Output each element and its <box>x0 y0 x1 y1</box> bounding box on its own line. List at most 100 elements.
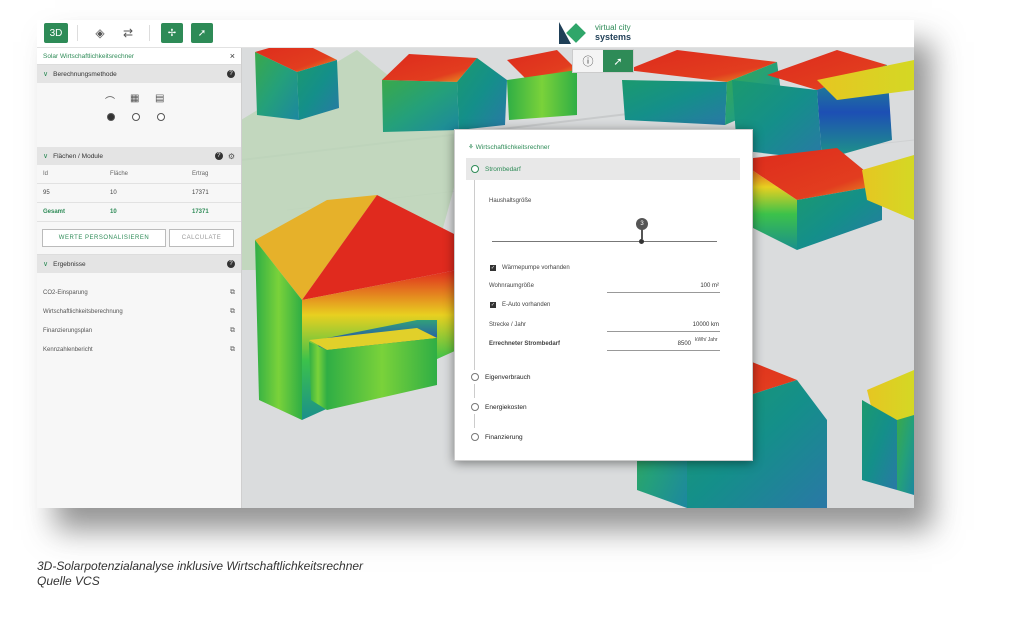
section-eigenverbrauch[interactable]: Eigenverbrauch <box>466 366 740 388</box>
method-radio-2[interactable] <box>132 113 140 121</box>
col-area: Fläche <box>104 165 186 184</box>
section-areas-label: Flächen / Module <box>53 152 103 160</box>
demand-label: Errechneter Strombedarf <box>489 341 561 347</box>
result-label: Kennzahlenbericht <box>43 346 93 353</box>
section-label: Energiekosten <box>485 403 527 411</box>
cursor-add-icon[interactable]: ➚ <box>191 23 213 43</box>
grid-method-icon: ▦ <box>130 93 140 104</box>
total-yield: 17371 <box>186 202 241 222</box>
section-label: Strombedarf <box>485 165 521 173</box>
step-circle-icon <box>471 433 479 441</box>
section-label: Finanzierung <box>485 433 523 441</box>
app-screenshot: 3D ◈ ⇄ ✢ ➚ virtual city systems ⓘ ➚ Sola… <box>37 20 914 508</box>
result-item-co2[interactable]: CO2-Einsparung ⧉ <box>37 283 241 302</box>
sidebar-titlebar: Solar Wirtschaftlichkeitsrechner × <box>37 48 241 65</box>
caption-line1: 3D-Solarpotenzialanalyse inklusive Wirts… <box>37 559 364 573</box>
result-item-report[interactable]: Kennzahlenbericht ⧉ <box>37 340 241 359</box>
ecar-checkbox[interactable]: ✓ <box>490 302 496 308</box>
calculator-dialog: ⚘ Wirtschaftlichkeitsrechner Strombedarf… <box>454 129 753 461</box>
method-radio-3[interactable] <box>157 113 165 121</box>
distance-label: Strecke / Jahr <box>489 322 527 328</box>
living-area-underline <box>607 292 720 293</box>
swap-icon[interactable]: ⇄ <box>117 23 139 43</box>
cell-area: 10 <box>104 183 186 203</box>
slider-handle[interactable] <box>639 239 644 244</box>
living-area-value[interactable]: 100 m² <box>607 283 719 289</box>
pointer-icon[interactable]: ➚ <box>603 50 633 72</box>
sidebar-title: Solar Wirtschaftlichkeitsrechner <box>43 52 135 60</box>
demand-unit: kWh/ Jahr <box>695 337 718 343</box>
result-label: CO2-Einsparung <box>43 289 88 296</box>
dialog-title: ⚘ Wirtschaftlichkeitsrechner <box>468 144 550 151</box>
personalize-button[interactable]: WERTE PERSONALISIEREN <box>42 229 166 247</box>
living-area-label: Wohnraumgröße <box>489 283 534 289</box>
dialog-title-text: Wirtschaftlichkeitsrechner <box>475 144 550 151</box>
household-value: 3 <box>640 221 644 227</box>
external-link-icon[interactable]: ⧉ <box>230 346 235 354</box>
info-icon[interactable]: ⓘ <box>573 50 603 72</box>
result-item-financing[interactable]: Finanzierungsplan ⧉ <box>37 321 241 340</box>
caption-source: Quelle VCS <box>37 574 100 588</box>
ecar-label: E-Auto vorhanden <box>502 302 551 308</box>
settings-icon[interactable]: ⚙ <box>228 152 235 161</box>
3d-mode-button[interactable]: 3D <box>44 23 68 43</box>
figure-caption: 3D-Solarpotenzialanalyse inklusive Wirts… <box>37 559 363 589</box>
cell-yield: 17371 <box>186 183 241 203</box>
table-total-row: Gesamt 10 17371 <box>37 202 241 222</box>
close-icon[interactable]: × <box>230 51 235 61</box>
logo-line1: virtual city <box>595 23 631 32</box>
layers-icon[interactable]: ◈ <box>89 23 111 43</box>
heatpump-label: Wärmepumpe vorhanden <box>502 265 570 271</box>
step-circle-icon <box>471 373 479 381</box>
chevron-down-icon: ∨ <box>43 261 49 268</box>
total-label: Gesamt <box>37 202 104 222</box>
external-link-icon[interactable]: ⧉ <box>230 289 235 297</box>
top-toolbar: 3D ◈ ⇄ ✢ ➚ virtual city systems <box>37 20 914 48</box>
section-label: Eigenverbrauch <box>485 373 531 381</box>
external-link-icon[interactable]: ⧉ <box>230 327 235 335</box>
section-finanzierung[interactable]: Finanzierung <box>466 426 740 448</box>
toolbar-divider <box>149 25 150 41</box>
heatpump-checkbox[interactable]: ✓ <box>490 265 496 271</box>
help-icon[interactable]: ? <box>227 70 235 78</box>
external-link-icon[interactable]: ⧉ <box>230 308 235 316</box>
cell-id: 95 <box>37 183 104 203</box>
step-circle-icon <box>471 165 479 173</box>
step-connector <box>474 180 475 370</box>
col-id: Id <box>37 165 104 184</box>
table-header-row: Id Fläche Ertrag <box>37 165 241 184</box>
vcs-logo: virtual city systems <box>559 22 659 46</box>
help-icon[interactable]: ? <box>227 260 235 268</box>
slider-stem <box>641 229 643 239</box>
total-area: 10 <box>104 202 186 222</box>
demand-value: 8500 <box>677 341 691 347</box>
distance-underline <box>607 331 720 332</box>
result-item-economy[interactable]: Wirtschaftlichkeitsberechnung ⧉ <box>37 302 241 321</box>
solar-tool-icon[interactable]: ✢ <box>161 23 183 43</box>
method-selector: ⌒ ▦ ▤ <box>37 83 241 147</box>
chevron-down-icon: ∨ <box>43 71 49 78</box>
roof-method-icon: ⌒ <box>105 97 115 108</box>
table-row[interactable]: 95 10 17371 <box>37 183 241 203</box>
section-energiekosten[interactable]: Energiekosten <box>466 396 740 418</box>
method-radio-1[interactable] <box>107 113 115 121</box>
action-buttons: WERTE PERSONALISIEREN CALCULATE <box>37 222 241 255</box>
distance-value[interactable]: 10000 km <box>607 322 719 328</box>
module-method-icon: ▤ <box>155 93 165 104</box>
logo-line2: systems <box>595 32 632 42</box>
section-method-label: Berechnungsmethode <box>53 70 117 78</box>
areas-table: Id Fläche Ertrag 95 10 17371 Gesamt 10 1… <box>37 165 241 222</box>
household-label: Haushaltsgröße <box>489 198 532 204</box>
col-yield: Ertrag <box>186 165 241 184</box>
step-circle-icon <box>471 403 479 411</box>
section-strombedarf[interactable]: Strombedarf <box>466 158 740 180</box>
result-label: Finanzierungsplan <box>43 327 93 334</box>
section-results-label: Ergebnisse <box>53 260 86 268</box>
section-results-header[interactable]: ∨ Ergebnisse ? <box>37 255 241 273</box>
demand-underline <box>607 350 720 351</box>
calculate-button[interactable]: CALCULATE <box>169 229 234 247</box>
section-areas-header[interactable]: ∨ Flächen / Module ? ⚙ <box>37 147 241 165</box>
help-icon[interactable]: ? <box>214 152 223 160</box>
section-method-header[interactable]: ∨ Berechnungsmethode ? <box>37 65 241 83</box>
household-slider-track[interactable] <box>492 241 717 242</box>
